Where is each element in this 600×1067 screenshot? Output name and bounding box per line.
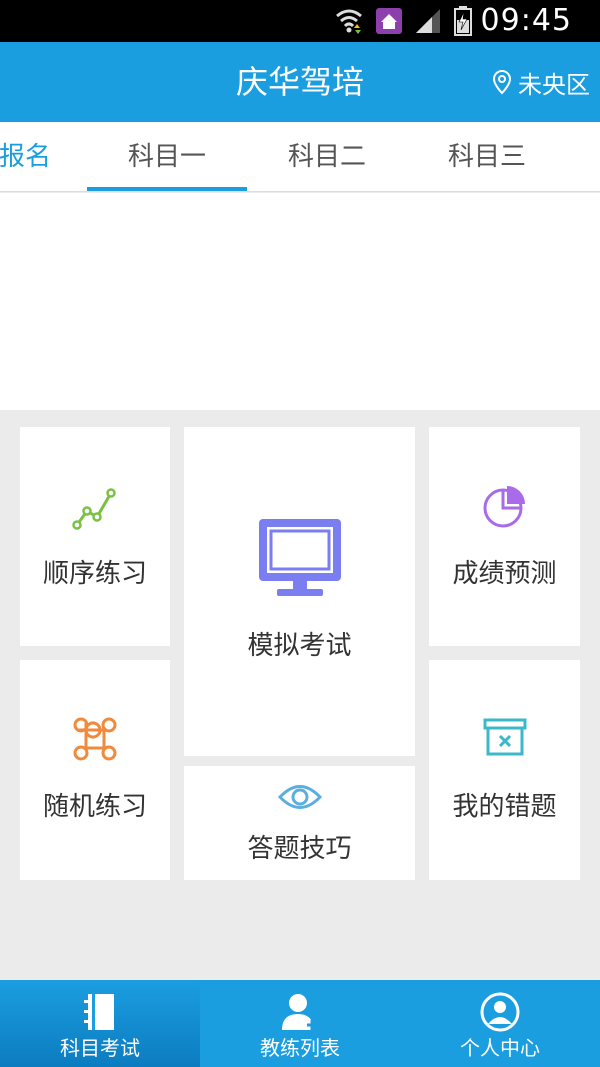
bottom-navigation: 科目考试 教练列表 个人中心: [0, 980, 600, 1067]
nav-label: 个人中心: [460, 1036, 540, 1060]
banner-area[interactable]: [0, 193, 600, 410]
subject-tabs: 报名 科目一 科目二 科目三: [0, 122, 600, 192]
command-icon: [73, 717, 117, 761]
nav-coach-list[interactable]: 教练列表: [200, 980, 400, 1067]
tab-label: 科目一: [127, 142, 206, 172]
mock-exam-tile[interactable]: 模拟考试: [184, 427, 415, 756]
notebook-icon: [84, 994, 114, 1030]
tile-label: 随机练习: [42, 792, 147, 822]
tab-signup[interactable]: 报名: [0, 122, 70, 192]
home-icon: [376, 8, 402, 34]
eye-icon: [277, 785, 322, 809]
tab-label: 科目三: [447, 142, 526, 172]
tab-subject-two[interactable]: 科目二: [247, 122, 407, 192]
tile-label: 我的错题: [452, 792, 557, 822]
tab-label: 科目二: [287, 142, 366, 172]
nav-profile[interactable]: 个人中心: [400, 980, 600, 1067]
user-add-icon: [282, 994, 317, 1030]
tile-label: 顺序练习: [42, 559, 147, 589]
tab-label: 报名: [0, 142, 51, 172]
app-header: 庆华驾培 未央区: [0, 42, 600, 122]
sequential-practice-tile[interactable]: 顺序练习: [20, 427, 170, 646]
tile-label: 模拟考试: [247, 631, 352, 661]
pie-chart-icon: [483, 486, 525, 528]
tab-subject-three[interactable]: 科目三: [407, 122, 567, 192]
nav-label: 科目考试: [60, 1036, 140, 1060]
line-chart-icon: [72, 488, 116, 530]
my-mistakes-tile[interactable]: 我的错题: [429, 660, 580, 880]
tile-label: 成绩预测: [452, 559, 557, 589]
signal-icon: [416, 9, 440, 33]
location-label: 未央区: [518, 70, 590, 99]
score-prediction-tile[interactable]: 成绩预测: [429, 427, 580, 646]
nav-label: 教练列表: [260, 1036, 340, 1060]
wifi-icon: [336, 9, 362, 34]
random-practice-tile[interactable]: 随机练习: [20, 660, 170, 880]
tab-subject-one[interactable]: 科目一: [87, 122, 247, 192]
tile-label: 答题技巧: [247, 834, 352, 864]
status-bar: 09:45: [0, 0, 600, 42]
box-x-icon: [483, 718, 526, 756]
nav-subject-exam[interactable]: 科目考试: [0, 980, 200, 1067]
tab-indicator: [87, 187, 247, 191]
location-pin-icon: [492, 69, 512, 95]
monitor-icon: [258, 519, 341, 596]
status-time: 09:45: [480, 3, 572, 38]
status-icons: [334, 6, 472, 36]
answer-tips-tile[interactable]: 答题技巧: [184, 766, 415, 880]
battery-icon: [454, 6, 472, 36]
location-selector[interactable]: 未央区: [492, 42, 590, 122]
user-circle-icon: [480, 992, 520, 1032]
